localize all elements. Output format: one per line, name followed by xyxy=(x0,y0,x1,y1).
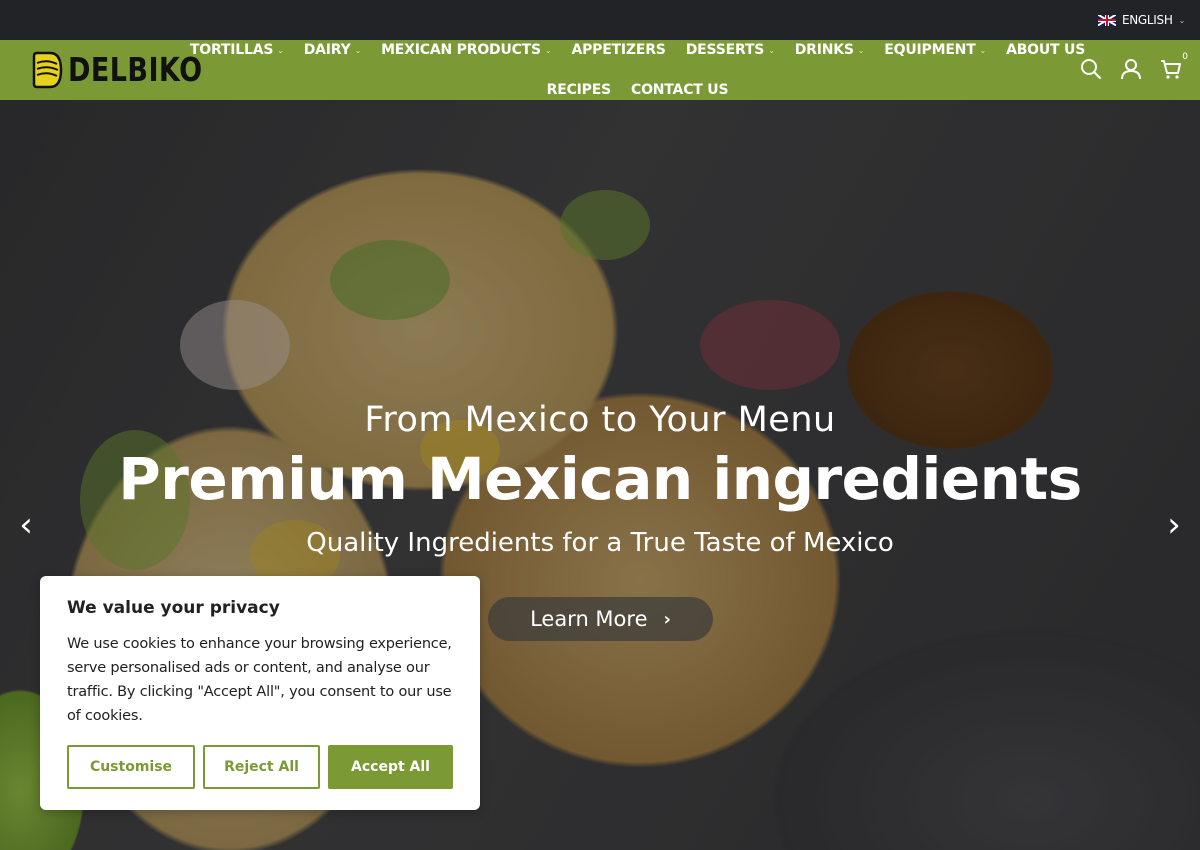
main-nav: TORTILLAS ⌄ DAIRY ⌄ MEXICAN PRODUCTS ⌄ APPETIZ… xyxy=(190,40,1085,100)
language-selector[interactable]: ENGLISH ⌄ xyxy=(1097,0,1186,40)
nav-item-appetizers[interactable]: APPETIZERS xyxy=(571,42,665,58)
nav-item-label: CONTACT US xyxy=(631,82,729,98)
nav-item-contact-us[interactable]: CONTACT US xyxy=(631,82,729,98)
nav-item-recipes[interactable]: RECIPES xyxy=(546,82,612,98)
accept-all-button[interactable]: Accept All xyxy=(328,745,453,789)
nav-row-primary: TORTILLAS ⌄ DAIRY ⌄ MEXICAN PRODUCTS ⌄ APPETIZ… xyxy=(190,40,1085,60)
cookie-buttons: Customise Reject All Accept All xyxy=(67,745,453,789)
nav-item-drinks[interactable]: DRINKS ⌄ xyxy=(795,42,865,58)
chevron-down-icon: ⌄ xyxy=(1178,15,1186,25)
nav-item-label: DAIRY xyxy=(303,42,351,58)
nav-item-mexican-products[interactable]: MEXICAN PRODUCTS ⌄ xyxy=(381,42,552,58)
hero-headline: Premium Mexican ingredients xyxy=(118,445,1082,513)
nav-item-about-us[interactable]: ABOUT US xyxy=(1006,42,1085,58)
cookie-body: We use cookies to enhance your browsing … xyxy=(67,636,452,724)
slider-next-arrow[interactable]: › xyxy=(1162,507,1186,543)
nav-item-desserts[interactable]: DESSERTS ⌄ xyxy=(686,42,775,58)
reject-all-button[interactable]: Reject All xyxy=(203,745,320,789)
customise-button[interactable]: Customise xyxy=(67,745,195,789)
cart-button[interactable]: 0 xyxy=(1160,52,1188,80)
learn-more-button[interactable]: Learn More › xyxy=(488,597,713,641)
nav-item-label: DRINKS xyxy=(794,42,854,58)
nav-item-tortillas[interactable]: TORTILLAS ⌄ xyxy=(190,42,284,58)
chevron-right-icon: › xyxy=(663,608,671,630)
slider-prev-arrow[interactable]: ‹ xyxy=(14,507,38,543)
nav-item-label: DESSERTS xyxy=(685,42,765,58)
logo-mark-icon xyxy=(32,51,63,89)
nav-item-label: TORTILLAS xyxy=(189,42,274,58)
header-icons: 0 xyxy=(1080,52,1188,80)
chevron-down-icon: ⌄ xyxy=(768,45,775,55)
nav-item-label: APPETIZERS xyxy=(571,42,666,58)
cart-count-badge: 0 xyxy=(1182,52,1188,62)
search-icon[interactable] xyxy=(1080,58,1102,80)
nav-item-label: EQUIPMENT xyxy=(884,42,976,58)
logo-text: DELBIKO xyxy=(68,50,203,89)
language-label: ENGLISH xyxy=(1121,13,1173,27)
cart-icon xyxy=(1161,60,1181,79)
chevron-down-icon: ⌄ xyxy=(544,45,552,55)
nav-item-label: MEXICAN PRODUCTS xyxy=(381,42,541,58)
chevron-down-icon: ⌄ xyxy=(277,45,284,55)
nav-row-secondary: RECIPES CONTACT US xyxy=(205,80,1070,100)
learn-more-label: Learn More xyxy=(530,607,648,631)
user-icon[interactable] xyxy=(1120,58,1142,80)
chevron-down-icon: ⌄ xyxy=(354,45,362,55)
cookie-consent-banner: We value your privacy We use cookies to … xyxy=(40,576,480,810)
top-bar: ENGLISH ⌄ xyxy=(0,0,1200,40)
nav-item-dairy[interactable]: DAIRY ⌄ xyxy=(303,42,362,58)
hero-subline: Quality Ingredients for a True Taste of … xyxy=(306,528,894,558)
nav-item-equipment[interactable]: EQUIPMENT ⌄ xyxy=(884,42,986,58)
cookie-title: We value your privacy xyxy=(67,598,280,618)
nav-item-label: RECIPES xyxy=(546,82,612,98)
chevron-down-icon: ⌄ xyxy=(979,45,987,55)
uk-flag-icon xyxy=(1097,14,1116,26)
hero-kicker: From Mexico to Your Menu xyxy=(364,400,836,440)
nav-item-label: ABOUT US xyxy=(1006,42,1086,58)
site-header: DELBIKO TORTILLAS ⌄ DAIRY ⌄ MEXICAN PRODUCTS… xyxy=(0,40,1200,100)
chevron-down-icon: ⌄ xyxy=(857,45,865,55)
